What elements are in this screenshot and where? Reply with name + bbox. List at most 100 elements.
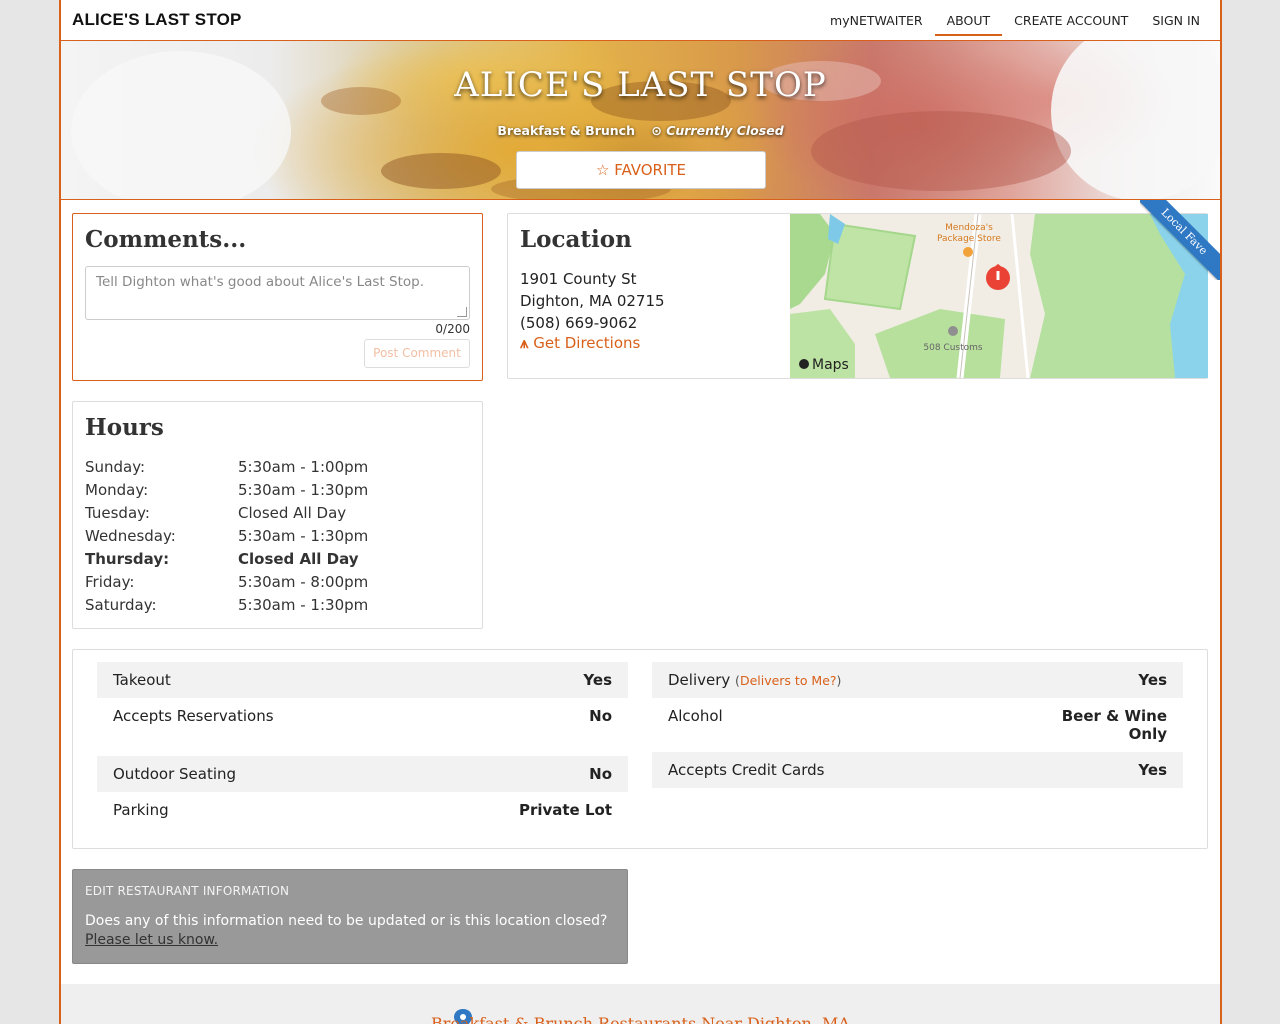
phone-number[interactable]: (508) 669-9062: [520, 312, 665, 334]
get-directions-link[interactable]: ⩚ Get Directions: [520, 334, 640, 352]
status-text: Currently Closed: [666, 123, 784, 138]
street-address: 1901 County St: [520, 270, 637, 288]
city-address: Dighton, MA 02715: [520, 292, 665, 310]
category-label[interactable]: Breakfast & Brunch: [497, 123, 635, 138]
feature-label: Outdoor Seating: [113, 765, 237, 783]
features-panel: Takeout Yes Accepts Reservations No Outdoo…: [72, 649, 1208, 849]
feature-label: Takeout: [113, 671, 171, 689]
features-right-column: Delivery (Delivers to Me?) Yes Alcohol B…: [652, 662, 1183, 788]
star-icon: ☆: [595, 161, 610, 179]
map-poi-package-store: Package Store: [937, 234, 1001, 244]
comments-panel: Comments... Tell Dighton what's good abo…: [72, 213, 483, 381]
feature-row-takeout: Takeout Yes: [97, 662, 628, 698]
favorite-label: FAVORITE: [614, 161, 687, 179]
nearby-restaurants-title[interactable]: Breakfast & Brunch Restaurants Near Digh…: [61, 1014, 1220, 1024]
comment-placeholder: Tell Dighton what's good about Alice's L…: [96, 274, 425, 290]
hours-day: Saturday:: [85, 596, 157, 614]
hours-time: Closed All Day: [238, 550, 359, 568]
features-left-column: Takeout Yes Accepts Reservations No Outdoo…: [97, 662, 628, 828]
edit-info-panel: EDIT RESTAURANT INFORMATION Does any of …: [72, 869, 628, 964]
delivery-label: Delivery: [668, 671, 731, 689]
hours-time: 5:30am - 1:30pm: [238, 527, 369, 545]
nav-create-account[interactable]: CREATE ACCOUNT: [1002, 0, 1140, 40]
feature-value: No: [589, 707, 612, 725]
clock-icon: ⊙: [651, 123, 662, 138]
hours-day: Wednesday:: [85, 527, 176, 545]
favorite-button[interactable]: ☆ FAVORITE: [516, 151, 766, 189]
hours-day: Sunday:: [85, 458, 146, 476]
nav-links: myNETWAITER ABOUT CREATE ACCOUNT SIGN IN: [818, 0, 1212, 40]
apple-logo-icon: [799, 359, 809, 369]
feature-value: Yes: [583, 671, 612, 689]
page: ALICE'S LAST STOP myNETWAITER ABOUT CREA…: [59, 0, 1222, 1024]
address-block: 1901 County St Dighton, MA 02715 (508) 6…: [520, 268, 665, 334]
location-title: Location: [520, 226, 632, 253]
feature-value: No: [589, 765, 612, 783]
feature-row-credit-cards: Accepts Credit Cards Yes: [652, 752, 1183, 788]
top-nav: ALICE'S LAST STOP myNETWAITER ABOUT CREA…: [61, 0, 1220, 41]
hours-row: Wednesday: 5:30am - 1:30pm: [85, 525, 465, 548]
hours-time: 5:30am - 1:30pm: [238, 481, 369, 499]
hours-row: Sunday: 5:30am - 1:00pm: [85, 456, 465, 479]
alcohol-value-line1: Beer & Wine: [1061, 707, 1167, 725]
hours-row: Tuesday: Closed All Day: [85, 502, 465, 525]
feature-value: Yes: [1138, 671, 1167, 689]
char-counter: 0/200: [435, 322, 470, 336]
hero-title: ALICE'S LAST STOP: [454, 65, 827, 105]
feature-label: Accepts Credit Cards: [668, 761, 825, 779]
edit-info-title: EDIT RESTAURANT INFORMATION: [85, 884, 290, 898]
hours-time: Closed All Day: [238, 504, 347, 522]
hero-banner: ALICE'S LAST STOP Breakfast & Brunch ⊙ C…: [61, 41, 1220, 200]
directions-label: Get Directions: [533, 334, 641, 352]
map-poi-508-customs: 508 Customs: [923, 343, 983, 353]
hours-time: 5:30am - 1:00pm: [238, 458, 369, 476]
nav-about[interactable]: ABOUT: [934, 0, 1003, 36]
edit-info-question: Does any of this information need to be …: [85, 913, 608, 929]
hours-title: Hours: [85, 414, 164, 441]
edit-info-text: Does any of this information need to be …: [85, 912, 615, 950]
road-icon: ⩚: [520, 334, 529, 352]
feature-value: Yes: [1138, 761, 1167, 779]
maps-brand: Maps: [812, 357, 849, 373]
hours-day: Thursday:: [85, 550, 170, 568]
hours-list: Sunday: 5:30am - 1:00pm Monday: 5:30am - 1…: [85, 456, 465, 617]
resize-grip-icon[interactable]: [457, 307, 467, 317]
feature-row-parking: Parking Private Lot: [97, 792, 628, 828]
hours-row-today: Thursday: Closed All Day: [85, 548, 465, 571]
post-comment-button[interactable]: Post Comment: [364, 339, 470, 368]
hours-row: Monday: 5:30am - 1:30pm: [85, 479, 465, 502]
feature-label: Accepts Reservations: [113, 707, 274, 725]
nav-sign-in[interactable]: SIGN IN: [1140, 0, 1212, 40]
feature-value: Private Lot: [518, 801, 612, 819]
map-poi-mendozas: Mendoza's: [945, 223, 993, 233]
alcohol-value-line2: Only: [1128, 725, 1167, 743]
comment-input[interactable]: Tell Dighton what's good about Alice's L…: [85, 266, 470, 320]
hero-subtitle: Breakfast & Brunch ⊙ Currently Closed: [61, 123, 1220, 138]
hours-time: 5:30am - 1:30pm: [238, 596, 369, 614]
hours-row: Saturday: 5:30am - 1:30pm: [85, 594, 465, 617]
local-fave-ribbon: Local Fave: [1140, 200, 1220, 280]
feature-label: Parking: [113, 801, 169, 819]
hours-row: Friday: 5:30am - 8:00pm: [85, 571, 465, 594]
delivers-to-me-link[interactable]: Delivers to Me?: [740, 673, 837, 688]
brand-logo[interactable]: ALICE'S LAST STOP: [72, 10, 242, 30]
feature-row-alcohol: Alcohol Beer & Wine Only: [652, 698, 1183, 752]
ribbon-label: Local Fave: [1140, 200, 1220, 280]
feature-row-reservations: Accepts Reservations No: [97, 698, 628, 734]
hours-time: 5:30am - 8:00pm: [238, 573, 369, 591]
hours-day: Friday:: [85, 573, 135, 591]
footer-section: Breakfast & Brunch Restaurants Near Digh…: [61, 984, 1220, 1024]
comments-title: Comments...: [85, 226, 247, 253]
feature-value: Beer & Wine Only: [1062, 707, 1167, 743]
nav-mynetwaiter[interactable]: myNETWAITER: [818, 0, 935, 40]
hours-panel: Hours Sunday: 5:30am - 1:00pm Monday: 5:30…: [72, 401, 483, 629]
status-label: ⊙ Currently Closed: [651, 123, 783, 138]
feature-label: Delivery (Delivers to Me?): [668, 671, 841, 689]
feature-row-delivery: Delivery (Delivers to Me?) Yes: [652, 662, 1183, 698]
location-panel: Location 1901 County St Dighton, MA 0271…: [507, 213, 1208, 379]
hours-day: Tuesday:: [85, 504, 150, 522]
hours-day: Monday:: [85, 481, 149, 499]
delivers-wrap: (Delivers to Me?): [735, 673, 842, 688]
feature-row-outdoor-seating: Outdoor Seating No: [97, 756, 628, 792]
let-us-know-link[interactable]: Please let us know.: [85, 932, 218, 948]
